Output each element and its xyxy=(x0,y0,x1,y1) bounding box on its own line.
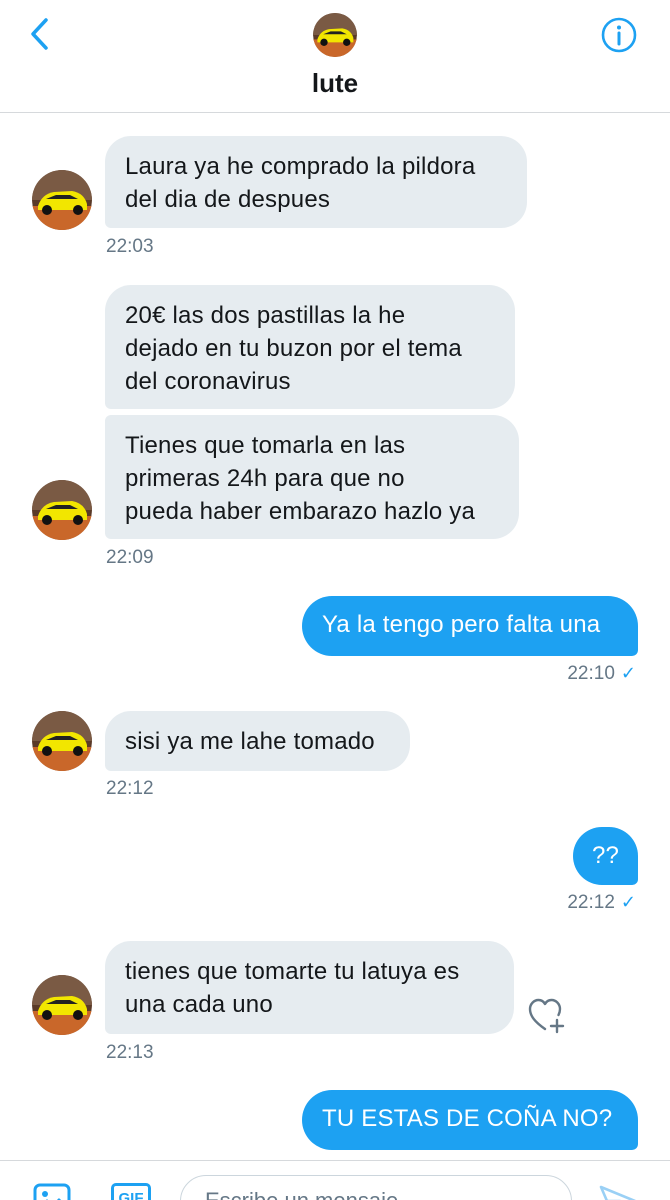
message-input[interactable] xyxy=(180,1175,572,1200)
chevron-left-icon xyxy=(31,18,48,50)
message-timestamp: 22:12 xyxy=(106,778,154,799)
incoming-message[interactable]: Tienes que tomarla en las primeras 24h p… xyxy=(105,415,519,539)
dm-conversation-screen: lute Laura ya he comprado la pildora del… xyxy=(0,0,670,1200)
heart-plus-icon[interactable] xyxy=(527,996,567,1036)
message-line: Laura ya he comprado la pildora xyxy=(125,153,476,180)
message-timestamp: 22:12 ✓ xyxy=(440,892,636,914)
message-line: 20€ las dos pastillas la he xyxy=(125,302,406,329)
gif-button[interactable]: GIF xyxy=(111,1183,151,1200)
back-button[interactable] xyxy=(18,12,62,56)
info-button[interactable] xyxy=(597,13,641,57)
read-check-icon: ✓ xyxy=(620,663,636,683)
outgoing-message[interactable]: TU ESTAS DE COÑA NO? xyxy=(302,1090,638,1150)
timestamp-text: 22:10 xyxy=(567,663,615,684)
message-timestamp: 22:13 xyxy=(106,1042,154,1063)
image-icon[interactable] xyxy=(33,1183,71,1200)
send-icon[interactable] xyxy=(598,1181,638,1200)
conversation-header: lute xyxy=(0,0,670,113)
outgoing-message[interactable]: Ya la tengo pero falta una xyxy=(302,596,638,656)
incoming-message[interactable]: 20€ las dos pastillas la he dejado en tu… xyxy=(105,285,515,409)
read-check-icon: ✓ xyxy=(620,892,636,912)
sender-avatar[interactable] xyxy=(32,170,92,230)
conversation-title[interactable]: lute xyxy=(0,68,670,99)
message-timestamp: 22:03 xyxy=(106,236,154,257)
info-icon xyxy=(601,17,637,53)
message-line: del coronavirus xyxy=(125,368,291,395)
message-line: tienes que tomarte tu latuya es xyxy=(125,958,460,985)
incoming-message[interactable]: sisi ya me lahe tomado xyxy=(105,711,410,771)
timestamp-text: 22:12 xyxy=(567,892,615,913)
message-line: pueda haber embarazo hazlo ya xyxy=(125,498,476,525)
message-text: Ya la tengo pero falta una xyxy=(322,611,601,638)
message-line: una cada uno xyxy=(125,991,273,1018)
incoming-message[interactable]: Laura ya he comprado la pildora del dia … xyxy=(105,136,527,228)
message-text: ?? xyxy=(591,842,620,869)
message-line: del dia de despues xyxy=(125,186,331,213)
incoming-message[interactable]: tienes que tomarte tu latuya es una cada… xyxy=(105,941,514,1034)
message-composer: GIF xyxy=(0,1160,670,1200)
header-avatar[interactable] xyxy=(313,13,357,57)
sender-avatar[interactable] xyxy=(32,975,92,1035)
message-timestamp: 22:10 ✓ xyxy=(440,663,636,685)
message-line: Tienes que tomarla en las xyxy=(125,432,406,459)
sender-avatar[interactable] xyxy=(32,480,92,540)
sender-avatar[interactable] xyxy=(32,711,92,771)
message-text: TU ESTAS DE COÑA NO? xyxy=(322,1105,613,1132)
outgoing-message[interactable]: ?? xyxy=(573,827,638,885)
message-timestamp: 22:09 xyxy=(106,547,154,568)
message-line: dejado en tu buzon por el tema xyxy=(125,335,462,362)
message-line: primeras 24h para que no xyxy=(125,465,405,492)
message-line: sisi ya me lahe tomado xyxy=(125,728,375,755)
